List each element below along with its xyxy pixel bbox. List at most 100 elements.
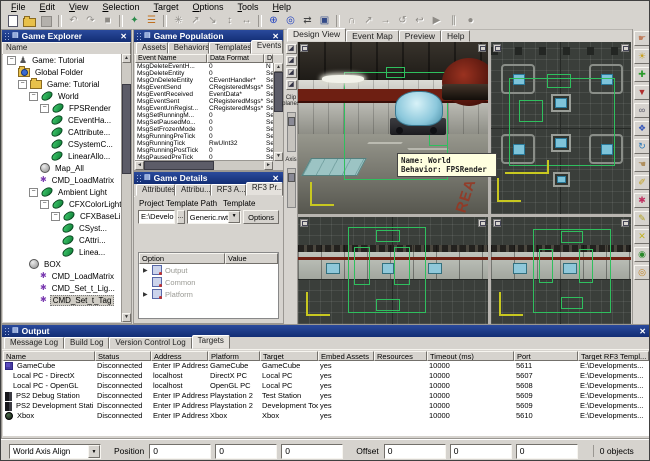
expand-arrow-icon[interactable]: ▶ xyxy=(143,291,149,298)
tree-item-cmd-loadmatrix[interactable]: ✱CMD_LoadMatrix xyxy=(3,270,121,282)
table-row[interactable]: MsgSetFrozenMode0Se xyxy=(135,126,273,133)
target-row-xbox[interactable]: XboxDisconnectedEnter IP Address ...Xbox… xyxy=(3,411,649,421)
undo-icon[interactable]: ↶ xyxy=(65,14,82,28)
record-icon[interactable]: ● xyxy=(462,14,479,28)
tab-preview[interactable]: Preview xyxy=(399,30,441,42)
tree-item-cattri[interactable]: CAttri... xyxy=(3,234,121,246)
tree-item-csyst[interactable]: CSyst... xyxy=(3,222,121,234)
menu-tools[interactable]: Tools xyxy=(232,1,265,13)
tab-behaviors[interactable]: Behaviors xyxy=(168,42,209,54)
arrow-down-icon[interactable]: ↘ xyxy=(204,14,221,28)
camera-green-icon[interactable]: ◉ xyxy=(634,247,650,262)
tab-design-view[interactable]: Design View xyxy=(287,28,346,42)
menu-help[interactable]: Help xyxy=(267,1,298,13)
population-hscrollbar[interactable]: ◄ ► xyxy=(135,160,273,170)
tree-item-ceventha[interactable]: CEventHa... xyxy=(3,114,121,126)
offset-x-input[interactable] xyxy=(384,444,446,459)
reset-icon[interactable]: ↺ xyxy=(394,14,411,28)
table-row[interactable]: MsgDeleteEventH...0N xyxy=(135,63,273,70)
chevron-down-icon[interactable]: ▼ xyxy=(228,211,240,223)
column-header-target[interactable]: Target xyxy=(260,351,318,361)
menu-target[interactable]: Target xyxy=(147,1,184,13)
viewport-front[interactable] xyxy=(298,217,488,324)
expand-toggle-icon[interactable]: − xyxy=(29,92,38,101)
column-header-value[interactable]: Value xyxy=(225,253,278,264)
position-y-input[interactable] xyxy=(215,444,277,459)
maximize-icon[interactable] xyxy=(621,219,629,227)
tree-item-cmd-set-t-lig[interactable]: ✱CMD_Set_t_Lig... xyxy=(3,282,121,294)
scroll-up-icon[interactable]: ▲ xyxy=(274,63,283,72)
link-icon[interactable]: ∞ xyxy=(634,103,650,118)
column-header-port[interactable]: Port xyxy=(514,351,578,361)
offset-y-input[interactable] xyxy=(450,444,512,459)
offset-z-input[interactable] xyxy=(516,444,578,459)
arrow-up-icon[interactable]: ↗ xyxy=(187,14,204,28)
tab-events[interactable]: Events xyxy=(251,40,283,54)
viewport-menu-icon[interactable] xyxy=(493,219,501,227)
world-center-icon[interactable]: ⊕ xyxy=(265,14,282,28)
expand-toggle-icon[interactable]: − xyxy=(51,212,60,221)
tab-message-log[interactable]: Message Log xyxy=(4,337,64,349)
option-row-output[interactable]: ▶Output xyxy=(139,264,278,276)
scroll-down-icon[interactable]: ▼ xyxy=(274,152,283,161)
tab-build-log[interactable]: Build Log xyxy=(64,337,109,349)
expand-toggle-icon[interactable]: − xyxy=(40,200,49,209)
explorer-scrollbar[interactable]: ▲ ▼ xyxy=(121,54,131,322)
tree-item-cmd-set-t-tag[interactable]: ✱CMD_Set_t_Tag xyxy=(3,294,121,306)
expand-toggle-icon[interactable]: − xyxy=(7,56,16,65)
axis-align-dropdown[interactable]: World Axis Align ▼ xyxy=(9,444,101,459)
table-row[interactable]: MsgRunningTickRwUInt32Se xyxy=(135,140,273,147)
template-path-input[interactable]: E:\Developme xyxy=(138,210,175,224)
maximize-icon[interactable] xyxy=(621,44,629,52)
camera-top-icon[interactable]: ◪ xyxy=(286,44,297,54)
tree-item-ambient-light[interactable]: −Ambient Light xyxy=(3,186,121,198)
viewport-menu-icon[interactable] xyxy=(300,44,308,52)
menu-options[interactable]: Options xyxy=(186,1,229,13)
clip-plane-slider[interactable] xyxy=(287,112,296,152)
expand-arrow-icon[interactable]: ▶ xyxy=(143,267,149,274)
grab-icon[interactable]: ☚ xyxy=(634,157,650,172)
table-row[interactable]: MsgOnDeleteEntityCEventHandler*Se xyxy=(135,77,273,84)
chevron-down-icon[interactable]: ▼ xyxy=(88,445,100,458)
viewport-top[interactable] xyxy=(491,42,631,214)
table-row[interactable]: MsgEventSendCRegisteredMsgs*Se xyxy=(135,84,273,91)
scroll-right-icon[interactable]: ► xyxy=(264,161,273,170)
close-icon[interactable]: ✕ xyxy=(639,327,648,336)
world-locate-icon[interactable]: ◎ xyxy=(282,14,299,28)
link-entities-icon[interactable]: ✦ xyxy=(126,14,143,28)
expand-toggle-icon[interactable]: − xyxy=(18,80,27,89)
menu-selection[interactable]: Selection xyxy=(96,1,145,13)
target-row-ps2-debug-station[interactable]: PS2 Debug StationDisconnectedEnter IP Ad… xyxy=(3,391,649,401)
tree-item-cfxcolorlight[interactable]: −CFXColorLight xyxy=(3,198,121,210)
maximize-icon[interactable] xyxy=(478,219,486,227)
translate-icon[interactable]: ❖ xyxy=(634,121,650,136)
drop-to-floor-icon[interactable]: ▼ xyxy=(634,85,650,100)
column-header-event-name[interactable]: Event Name xyxy=(135,54,207,63)
tab-event-map[interactable]: Event Map xyxy=(346,30,399,42)
selected-entity[interactable] xyxy=(395,91,443,126)
menu-file[interactable]: File xyxy=(5,1,32,13)
column-header-resources[interactable]: Resources xyxy=(374,351,427,361)
table-row[interactable]: MsgEventSentCRegisteredMsgs*Se xyxy=(135,98,273,105)
tree-item-global-folder[interactable]: Global Folder xyxy=(3,66,121,78)
tree-item-game-tutorial[interactable]: −Game: Tutorial xyxy=(3,78,121,90)
position-z-input[interactable] xyxy=(281,444,343,459)
target-row-gamecube[interactable]: GameCubeDisconnectedEnter IP Address ...… xyxy=(3,361,649,371)
tree-item-cfxbaseli[interactable]: −CFXBaseLi... xyxy=(3,210,121,222)
light-icon[interactable]: ☀ xyxy=(634,49,650,64)
camera-orange-icon[interactable]: ◎ xyxy=(634,265,650,280)
position-x-input[interactable] xyxy=(149,444,211,459)
new-entity-icon[interactable]: ✳ xyxy=(170,14,187,28)
tree-item-map-all[interactable]: Map_All xyxy=(3,162,121,174)
tab-version-control-log[interactable]: Version Control Log xyxy=(109,337,191,349)
expand-icon[interactable]: ↕ xyxy=(221,14,238,28)
camera-perspective-icon[interactable]: ◪ xyxy=(286,80,297,90)
table-row[interactable]: MsgEventReceivedEventData*Se xyxy=(135,91,273,98)
output-titlebar[interactable]: ▤ Output ✕ xyxy=(2,325,650,337)
open-folder-icon[interactable] xyxy=(21,14,38,28)
move-icon[interactable]: ✚ xyxy=(634,67,650,82)
options-button[interactable]: Options xyxy=(243,210,279,224)
column-header-platform[interactable]: Platform xyxy=(208,351,260,361)
tab-rf3-a[interactable]: RF3 A... xyxy=(211,184,246,196)
table-row[interactable]: MsgDeleteEntity0Se xyxy=(135,70,273,77)
